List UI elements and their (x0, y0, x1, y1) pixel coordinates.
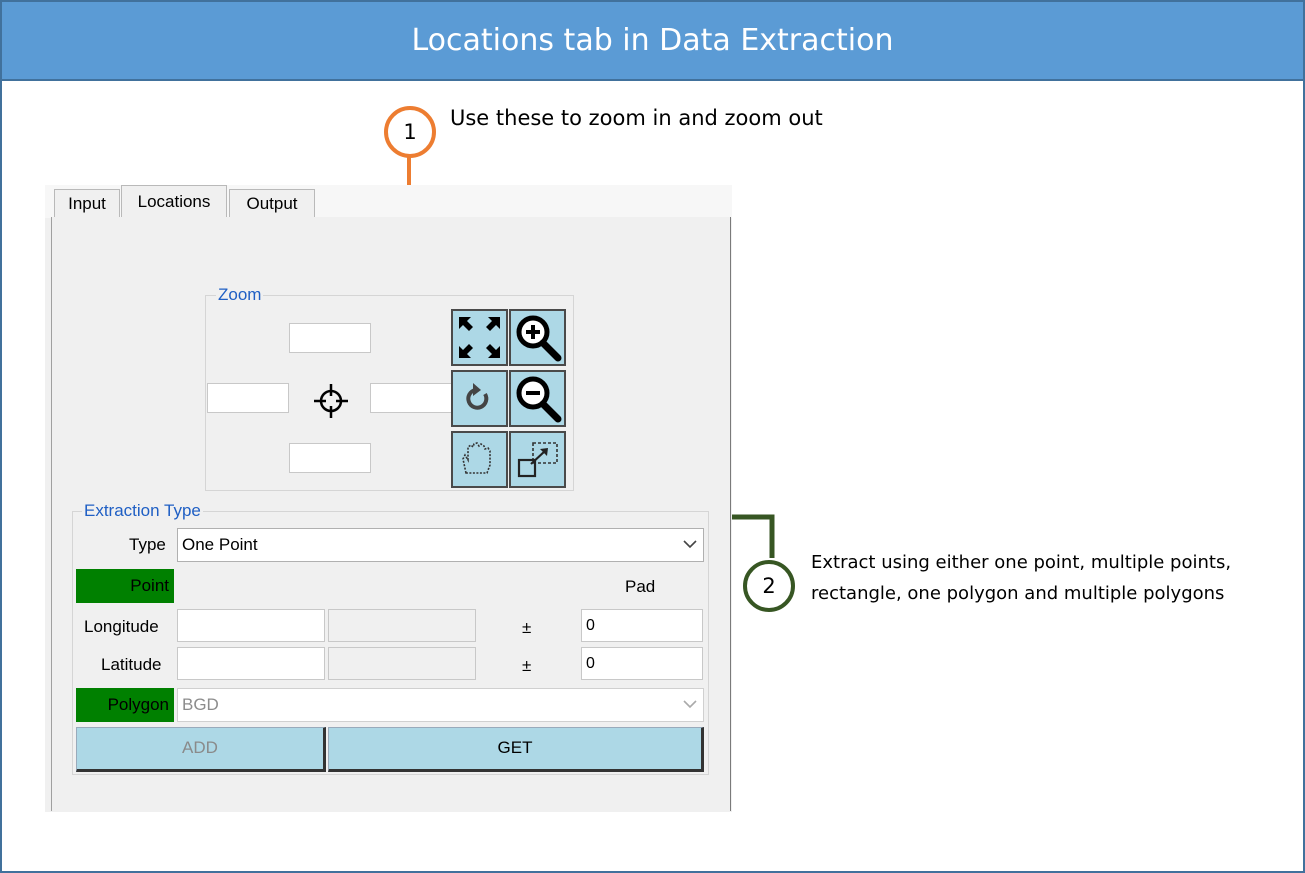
zoom-box-icon (517, 442, 558, 478)
add-button[interactable]: ADD (76, 727, 326, 772)
type-label: Type (129, 535, 166, 554)
callout-2-badge: 2 (743, 560, 795, 612)
longitude-label: Longitude (84, 617, 159, 636)
callout-1-badge: 1 (384, 106, 436, 158)
tab-locations[interactable]: Locations (121, 185, 227, 220)
chevron-down-icon (683, 540, 697, 549)
zoom-box-button[interactable] (509, 431, 566, 488)
zoom-in-button[interactable] (509, 309, 566, 366)
zoom-group-label: Zoom (216, 285, 264, 305)
tab-output[interactable]: Output (229, 189, 315, 219)
longitude-secondary-input[interactable] (328, 609, 476, 642)
zoom-out-button[interactable] (509, 370, 566, 427)
locations-panel: Zoom Extraction Type Type One Point Poin… (51, 217, 731, 811)
latitude-input[interactable] (177, 647, 325, 680)
chevron-down-icon (683, 700, 697, 709)
pad-label: Pad (625, 577, 656, 596)
polygon-label: Polygon (76, 688, 174, 722)
zoom-north-input[interactable] (289, 323, 371, 353)
pan-button[interactable] (451, 431, 508, 488)
longitude-pad-input[interactable] (581, 609, 703, 642)
latitude-secondary-input[interactable] (328, 647, 476, 680)
longitude-input[interactable] (177, 609, 325, 642)
type-select[interactable]: One Point (177, 528, 704, 562)
latitude-pad-input[interactable] (581, 647, 703, 680)
type-select-value: One Point (182, 535, 258, 554)
longitude-plus-minus: ± (522, 618, 532, 637)
latitude-label: Latitude (101, 655, 162, 674)
crosshair-icon (314, 384, 348, 418)
callout-1-text: Use these to zoom in and zoom out (450, 106, 823, 130)
refresh-icon (466, 383, 489, 410)
zoom-south-input[interactable] (289, 443, 371, 473)
callout-2-text-line1: Extract using either one point, multiple… (811, 552, 1232, 573)
latitude-plus-minus: ± (522, 656, 532, 675)
slide-title: Locations tab in Data Extraction (2, 2, 1303, 81)
point-label: Point (76, 569, 174, 603)
polygon-select[interactable]: BGD (177, 688, 704, 722)
callout-2-text-line2: rectangle, one polygon and multiple poly… (811, 583, 1225, 604)
full-extent-button[interactable] (451, 309, 508, 366)
zoom-east-input[interactable] (370, 383, 452, 413)
zoom-west-input[interactable] (207, 383, 289, 413)
get-button[interactable]: GET (328, 727, 704, 772)
data-extraction-window: Input Locations Output Zoom Extraction T… (45, 185, 732, 812)
tab-input[interactable]: Input (54, 189, 120, 219)
zoom-out-icon (516, 376, 562, 423)
polygon-select-value: BGD (182, 695, 219, 714)
pan-hand-icon (462, 442, 491, 474)
expand-icon (459, 317, 500, 358)
zoom-in-icon (516, 315, 562, 362)
refresh-button[interactable] (451, 370, 508, 427)
extraction-type-label: Extraction Type (82, 501, 203, 521)
tab-strip: Input Locations Output (45, 185, 732, 220)
